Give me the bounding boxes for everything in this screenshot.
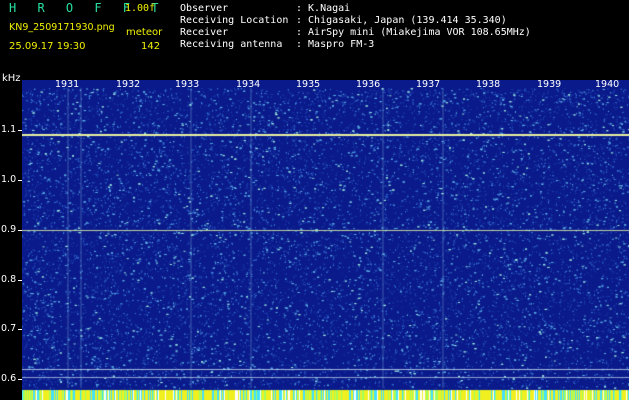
x-tick-label: 1931 bbox=[55, 79, 80, 90]
receiver-label: Receiver bbox=[180, 27, 229, 38]
receiver-value: : AirSpy mini (Miakejima VOR 108.65MHz) bbox=[296, 27, 531, 38]
y-tick-label: 1.0 bbox=[1, 174, 17, 185]
y-tick-label: 1.1 bbox=[1, 124, 17, 135]
y-tick-mark bbox=[18, 379, 22, 380]
y-tick-label: 0.6 bbox=[1, 373, 17, 384]
x-tick-label: 1933 bbox=[175, 79, 200, 90]
frequency-unit-label: kHz bbox=[2, 73, 21, 84]
antenna-value: : Maspro FM-3 bbox=[296, 39, 375, 50]
observation-mode: meteor bbox=[126, 27, 163, 38]
location-label: Receiving Location bbox=[180, 15, 289, 26]
file-name: KN9_2509171930.png bbox=[9, 22, 115, 33]
x-tick-label: 1937 bbox=[416, 79, 441, 90]
y-tick-label: 0.7 bbox=[1, 323, 17, 334]
detection-count: 142 bbox=[141, 41, 161, 52]
antenna-label: Receiving antenna bbox=[180, 39, 283, 50]
y-tick-mark bbox=[18, 130, 22, 131]
spectrogram-canvas bbox=[22, 80, 629, 400]
y-tick-label: 0.9 bbox=[1, 224, 17, 235]
y-tick-mark bbox=[18, 230, 22, 231]
header-panel: H R O F F T 1.00f KN9_2509171930.png met… bbox=[0, 0, 629, 72]
observer-label: Observer bbox=[180, 3, 229, 14]
x-tick-label: 1935 bbox=[296, 79, 321, 90]
y-tick-mark bbox=[18, 329, 22, 330]
x-tick-label: 1939 bbox=[537, 79, 562, 90]
y-tick-mark bbox=[18, 280, 22, 281]
x-tick-label: 1932 bbox=[116, 79, 141, 90]
x-tick-label: 1938 bbox=[476, 79, 501, 90]
location-value: : Chigasaki, Japan (139.414 35.340) bbox=[296, 15, 507, 26]
x-tick-label: 1934 bbox=[236, 79, 261, 90]
x-tick-label: 1940 bbox=[595, 79, 620, 90]
app-version: 1.00f bbox=[125, 3, 156, 14]
spectrogram-area bbox=[22, 80, 629, 400]
y-tick-mark bbox=[18, 180, 22, 181]
observation-datetime: 25.09.17 19:30 bbox=[9, 41, 86, 52]
observer-value: : K.Nagai bbox=[296, 3, 351, 14]
x-tick-label: 1936 bbox=[356, 79, 381, 90]
y-tick-label: 0.8 bbox=[1, 274, 17, 285]
